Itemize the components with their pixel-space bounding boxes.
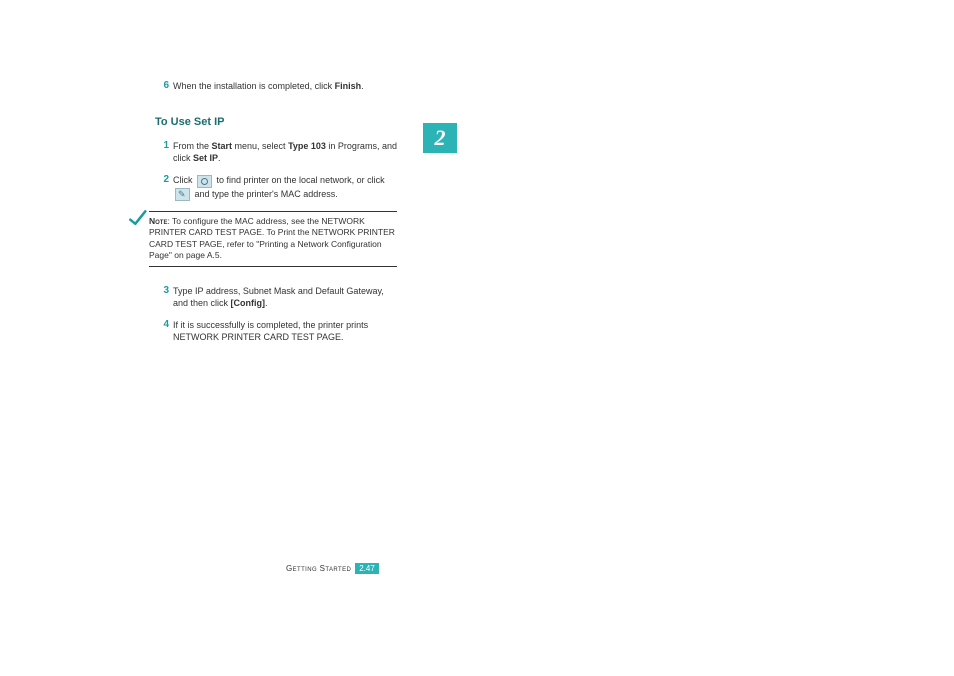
page-footer: Getting Started 2.47: [286, 563, 379, 574]
note-block: Note: To configure the MAC address, see …: [149, 211, 397, 267]
step-6: 6 When the installation is completed, cl…: [155, 80, 400, 92]
step-text: From the Start menu, select Type 103 in …: [173, 140, 400, 164]
chapter-tab: 2: [423, 123, 457, 153]
step-text: When the installation is completed, clic…: [173, 80, 400, 92]
page-content: 6 When the installation is completed, cl…: [155, 80, 400, 353]
footer-page-number: 2.47: [355, 563, 379, 574]
step-3: 3 Type IP address, Subnet Mask and Defau…: [155, 285, 400, 309]
search-icon: [197, 175, 212, 188]
note-body: : To configure the MAC address, see the …: [149, 216, 395, 260]
step-number: 3: [155, 285, 169, 309]
step-2: 2 Click to find printer on the local net…: [155, 174, 400, 200]
footer-section-label: Getting Started: [286, 564, 351, 573]
step-text: If it is successfully is completed, the …: [173, 319, 400, 343]
note-label: Note: [149, 216, 167, 226]
checkmark-icon: [127, 208, 147, 231]
step-text: Type IP address, Subnet Mask and Default…: [173, 285, 400, 309]
step-text: Click to find printer on the local netwo…: [173, 174, 400, 200]
edit-icon: [175, 188, 190, 201]
section-heading: To Use Set IP: [155, 116, 400, 128]
step-number: 6: [155, 80, 169, 92]
step-number: 4: [155, 319, 169, 343]
step-number: 2: [155, 174, 169, 200]
step-1: 1 From the Start menu, select Type 103 i…: [155, 140, 400, 164]
step-number: 1: [155, 140, 169, 164]
step-4: 4 If it is successfully is completed, th…: [155, 319, 400, 343]
